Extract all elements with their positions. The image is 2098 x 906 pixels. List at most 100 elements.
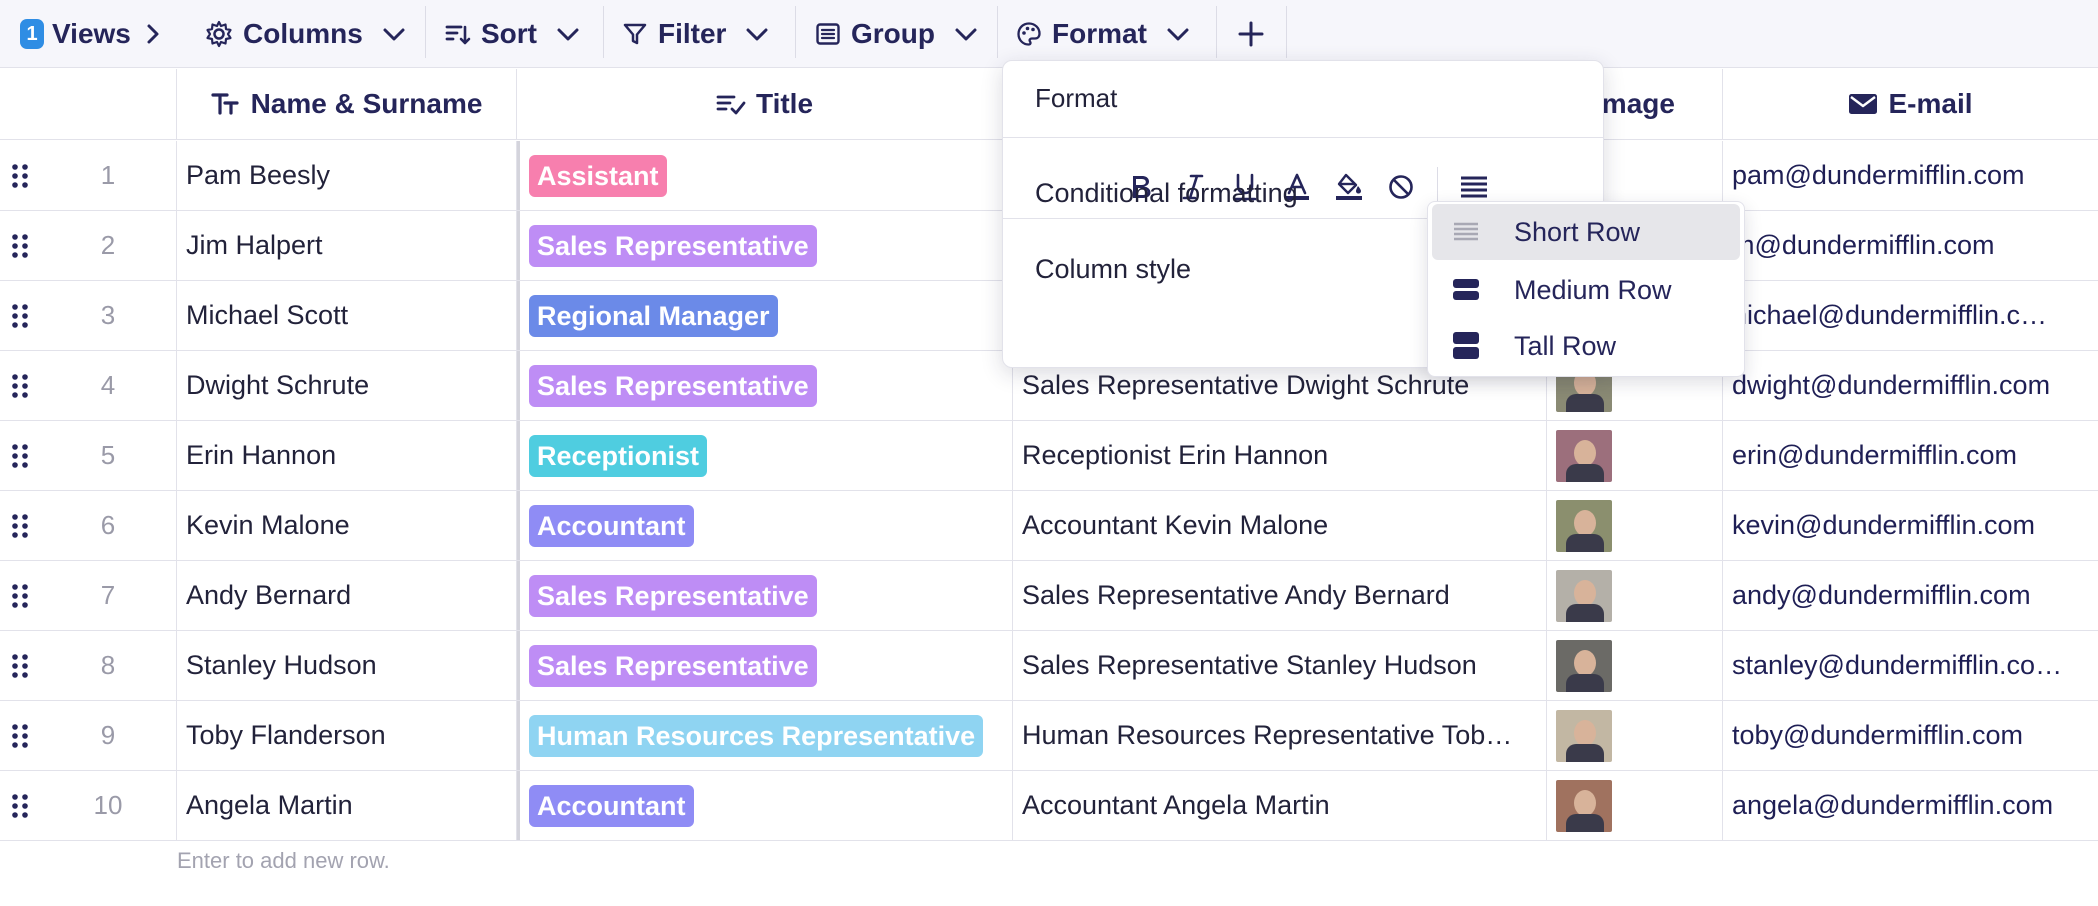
email-cell[interactable]: nichael@dundermifflin.c… xyxy=(1723,281,2098,350)
title-tag: Human Resources Representative xyxy=(529,714,984,757)
group-icon xyxy=(816,23,840,45)
name-cell[interactable]: Angela Martin xyxy=(177,771,517,840)
full-title-text: Accountant Kevin Malone xyxy=(1022,510,1329,540)
portrait-thumbnail[interactable] xyxy=(1556,709,1612,762)
row-number-header xyxy=(0,69,177,140)
email-cell[interactable]: m@dundermifflin.com xyxy=(1723,211,2098,280)
title-cell[interactable]: Sales Representative xyxy=(517,561,1013,630)
email-cell[interactable]: stanley@dundermifflin.co… xyxy=(1723,631,2098,700)
clear-format-button[interactable] xyxy=(1375,161,1427,213)
full-title-text: Human Resources Representative Tob… xyxy=(1022,720,1513,750)
email-cell[interactable]: pam@dundermifflin.com xyxy=(1723,141,2098,210)
name-cell[interactable]: Toby Flanderson xyxy=(177,701,517,770)
image-cell[interactable] xyxy=(1547,701,1723,770)
table-row[interactable]: 5 Erin Hannon Receptionist Receptionist Eri… xyxy=(0,421,2098,491)
portrait-thumbnail[interactable] xyxy=(1556,639,1612,692)
fill-color-button[interactable] xyxy=(1323,161,1375,213)
column-header-email[interactable]: E-mail xyxy=(1723,69,2098,140)
title-tag: Accountant xyxy=(529,784,694,827)
add-view-button[interactable] xyxy=(1235,0,1267,68)
full-title-cell[interactable]: Receptionist Erin Hannon xyxy=(1013,421,1547,490)
column-style-item[interactable]: Column style xyxy=(1035,254,1191,285)
table-row[interactable]: 6 Kevin Malone Accountant Accountant Kevin … xyxy=(0,491,2098,561)
image-cell[interactable] xyxy=(1547,561,1723,630)
drag-handle[interactable] xyxy=(0,281,40,350)
title-cell[interactable]: Assistant xyxy=(517,141,1013,210)
column-header-name[interactable]: Name & Surname xyxy=(177,69,517,140)
tall-row-option[interactable]: Tall Row xyxy=(1432,318,1740,374)
conditional-formatting-item[interactable]: Conditional formatting xyxy=(1035,178,1298,209)
name-cell[interactable]: Jim Halpert xyxy=(177,211,517,280)
views-button[interactable]: 1 Views xyxy=(20,0,163,68)
drag-handle[interactable] xyxy=(0,141,40,210)
title-cell[interactable]: Sales Representative xyxy=(517,631,1013,700)
drag-handle[interactable] xyxy=(0,211,40,280)
columns-button[interactable]: Columns xyxy=(205,0,407,68)
drag-handle-icon xyxy=(12,163,28,188)
name-cell[interactable]: Dwight Schrute xyxy=(177,351,517,420)
image-cell[interactable] xyxy=(1547,771,1723,840)
filter-button[interactable]: Filter xyxy=(622,0,770,68)
full-title-cell[interactable]: Accountant Angela Martin xyxy=(1013,771,1547,840)
group-button[interactable]: Group xyxy=(815,0,979,68)
column-header-image-label: Image xyxy=(1594,88,1675,119)
views-count-badge: 1 xyxy=(20,19,44,49)
email-cell[interactable]: toby@dundermifflin.com xyxy=(1723,701,2098,770)
image-cell[interactable] xyxy=(1547,631,1723,700)
columns-label: Columns xyxy=(243,18,363,49)
table-row[interactable]: 7 Andy Bernard Sales Representative Sales R… xyxy=(0,561,2098,631)
full-title-cell[interactable]: Sales Representative Stanley Hudson xyxy=(1013,631,1547,700)
drag-handle[interactable] xyxy=(0,491,40,560)
email-cell[interactable]: kevin@dundermifflin.com xyxy=(1723,491,2098,560)
name-cell[interactable]: Michael Scott xyxy=(177,281,517,350)
portrait-thumbnail[interactable] xyxy=(1556,429,1612,482)
name-cell[interactable]: Erin Hannon xyxy=(177,421,517,490)
name-cell[interactable]: Pam Beesly xyxy=(177,141,517,210)
row-number: 7 xyxy=(40,561,177,630)
name-cell[interactable]: Andy Bernard xyxy=(177,561,517,630)
full-title-cell[interactable]: Accountant Kevin Malone xyxy=(1013,491,1547,560)
email-cell[interactable]: andy@dundermifflin.com xyxy=(1723,561,2098,630)
name-cell[interactable]: Stanley Hudson xyxy=(177,631,517,700)
email-text: andy@dundermifflin.com xyxy=(1732,580,2031,610)
title-cell[interactable]: Sales Representative xyxy=(517,211,1013,280)
row-number: 2 xyxy=(40,211,177,280)
image-cell[interactable] xyxy=(1547,421,1723,490)
portrait-thumbnail[interactable] xyxy=(1556,779,1612,832)
drag-handle-icon xyxy=(12,233,28,258)
drag-handle[interactable] xyxy=(0,631,40,700)
title-cell[interactable]: Receptionist xyxy=(517,421,1013,490)
email-cell[interactable]: erin@dundermifflin.com xyxy=(1723,421,2098,490)
email-cell[interactable]: angela@dundermifflin.com xyxy=(1723,771,2098,840)
drag-handle-icon xyxy=(12,513,28,538)
medium-row-option[interactable]: Medium Row xyxy=(1432,262,1740,318)
row-number: 5 xyxy=(40,421,177,490)
title-cell[interactable]: Accountant xyxy=(517,771,1013,840)
drag-handle[interactable] xyxy=(0,771,40,840)
portrait-thumbnail[interactable] xyxy=(1556,499,1612,552)
full-title-cell[interactable]: Human Resources Representative Tob… xyxy=(1013,701,1547,770)
format-button[interactable]: Format xyxy=(1016,0,1191,68)
table-row[interactable]: 10 Angela Martin Accountant Accountant Ange… xyxy=(0,771,2098,841)
views-label: Views xyxy=(52,18,131,49)
add-row-hint[interactable]: Enter to add new row. xyxy=(177,848,390,874)
short-row-option[interactable]: Short Row xyxy=(1432,204,1740,260)
drag-handle[interactable] xyxy=(0,561,40,630)
medium-row-icon xyxy=(1453,279,1479,300)
title-cell[interactable]: Human Resources Representative xyxy=(517,701,1013,770)
drag-handle[interactable] xyxy=(0,421,40,490)
full-title-cell[interactable]: Sales Representative Andy Bernard xyxy=(1013,561,1547,630)
portrait-thumbnail[interactable] xyxy=(1556,569,1612,622)
sort-button[interactable]: Sort xyxy=(445,0,581,68)
image-cell[interactable] xyxy=(1547,491,1723,560)
title-cell[interactable]: Accountant xyxy=(517,491,1013,560)
column-header-title[interactable]: Title xyxy=(517,69,1013,140)
table-row[interactable]: 9 Toby Flanderson Human Resources Represen… xyxy=(0,701,2098,771)
title-cell[interactable]: Regional Manager xyxy=(517,281,1013,350)
email-cell[interactable]: dwight@dundermifflin.com xyxy=(1723,351,2098,420)
title-cell[interactable]: Sales Representative xyxy=(517,351,1013,420)
table-row[interactable]: 8 Stanley Hudson Sales Representative Sales… xyxy=(0,631,2098,701)
name-cell[interactable]: Kevin Malone xyxy=(177,491,517,560)
drag-handle[interactable] xyxy=(0,701,40,770)
drag-handle[interactable] xyxy=(0,351,40,420)
